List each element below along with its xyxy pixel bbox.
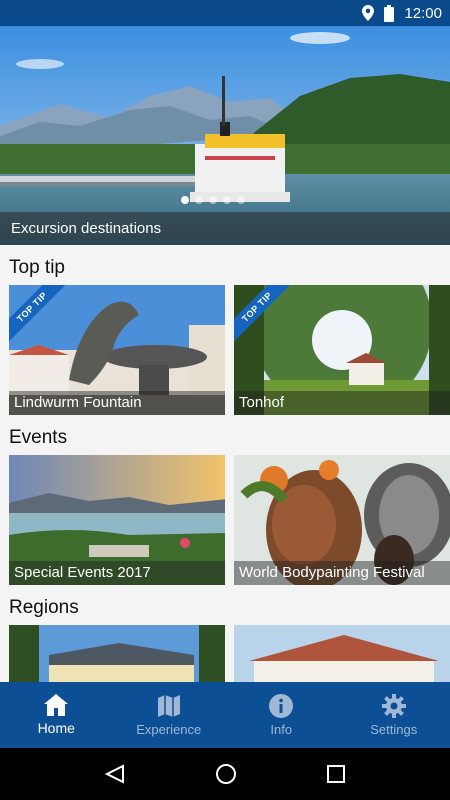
regions-row bbox=[0, 625, 450, 682]
card-lindwurm-fountain[interactable]: TOP TIP Lindwurm Fountain bbox=[9, 285, 225, 415]
hero-caption: Excursion destinations bbox=[0, 212, 450, 245]
recents-icon[interactable] bbox=[327, 765, 345, 783]
nav-home[interactable]: Home bbox=[0, 682, 113, 748]
system-navigation bbox=[0, 748, 450, 800]
back-icon[interactable] bbox=[105, 764, 125, 784]
nav-label: Home bbox=[37, 720, 75, 736]
nav-label: Experience bbox=[136, 721, 202, 737]
top-tip-row: TOP TIP Lindwurm Fountain TOP TIP Tonhof bbox=[0, 285, 450, 415]
carousel-dot[interactable] bbox=[195, 196, 203, 204]
card-label: World Bodypainting Festival bbox=[234, 561, 450, 585]
section-title-events: Events bbox=[9, 427, 68, 448]
location-icon bbox=[362, 5, 375, 21]
card-region[interactable] bbox=[234, 625, 450, 682]
battery-icon bbox=[384, 4, 395, 22]
card-label: Special Events 2017 bbox=[9, 561, 225, 585]
section-title-top-tip: Top tip bbox=[9, 257, 65, 278]
info-icon bbox=[269, 693, 294, 718]
hero-carousel[interactable]: Excursion destinations bbox=[0, 26, 450, 245]
home-circle-icon[interactable] bbox=[215, 763, 237, 785]
nav-settings[interactable]: Settings bbox=[338, 682, 450, 748]
bottom-navigation: Home Experience Info Settings bbox=[0, 682, 450, 748]
status-bar: 12:00 bbox=[0, 0, 450, 26]
home-icon bbox=[44, 694, 69, 716]
nav-label: Info bbox=[270, 721, 293, 737]
card-label: Tonhof bbox=[234, 391, 450, 415]
section-title-regions: Regions bbox=[9, 597, 79, 618]
nav-info[interactable]: Info bbox=[225, 682, 338, 748]
card-bodypainting-festival[interactable]: World Bodypainting Festival bbox=[234, 455, 450, 585]
card-tonhof[interactable]: TOP TIP Tonhof bbox=[234, 285, 450, 415]
gear-icon bbox=[381, 693, 406, 718]
carousel-dot[interactable] bbox=[209, 196, 217, 204]
nav-label: Settings bbox=[370, 721, 418, 737]
nav-experience[interactable]: Experience bbox=[113, 682, 226, 748]
card-label: Lindwurm Fountain bbox=[9, 391, 225, 415]
card-image bbox=[9, 625, 225, 682]
card-image bbox=[234, 625, 450, 682]
events-row: Special Events 2017 World Bodypainting F… bbox=[0, 455, 450, 585]
carousel-dots[interactable] bbox=[181, 196, 245, 204]
carousel-dot[interactable] bbox=[237, 196, 245, 204]
carousel-dot[interactable] bbox=[181, 196, 189, 204]
map-icon bbox=[157, 694, 180, 717]
main-content[interactable]: Excursion destinations Top tip TOP TIP L… bbox=[0, 26, 450, 682]
status-time: 12:00 bbox=[404, 4, 442, 22]
carousel-dot[interactable] bbox=[223, 196, 231, 204]
card-region[interactable] bbox=[9, 625, 225, 682]
card-special-events[interactable]: Special Events 2017 bbox=[9, 455, 225, 585]
